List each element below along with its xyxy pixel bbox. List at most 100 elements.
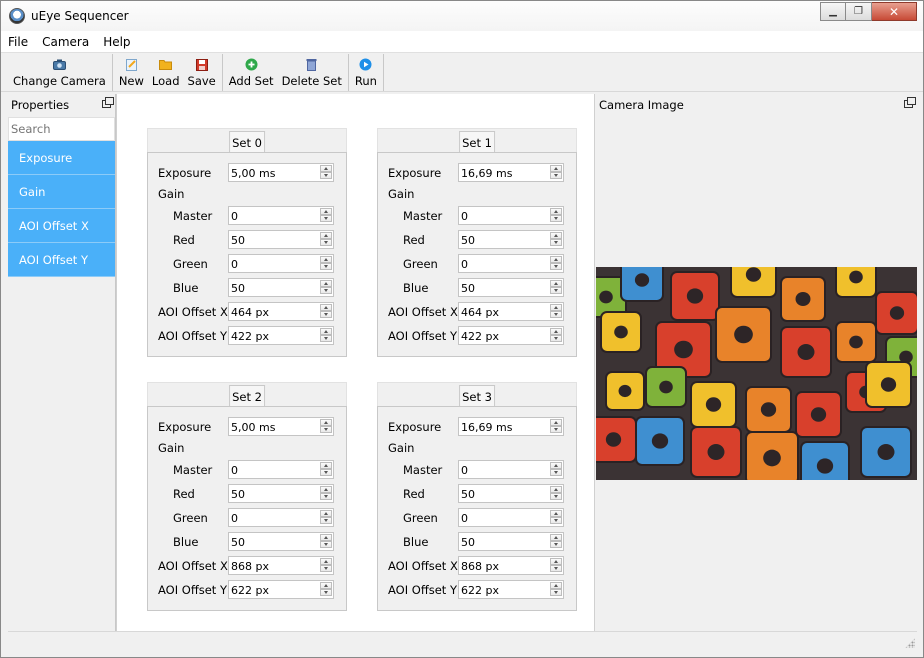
tab-set-3[interactable]: Set 3 <box>459 385 495 407</box>
master-spinbox[interactable]: 0 <box>458 206 564 225</box>
blue-spinbox[interactable]: 50 <box>228 278 334 297</box>
close-button[interactable]: ✕ <box>872 2 917 21</box>
restore-button[interactable]: ❐ <box>846 2 872 21</box>
spin-down-icon[interactable] <box>320 469 332 476</box>
property-item-aoi-offset-x[interactable]: AOI Offset X <box>8 209 115 243</box>
run-button[interactable]: Run <box>351 54 381 91</box>
spin-up-icon[interactable] <box>550 328 562 335</box>
spin-down-icon[interactable] <box>320 426 332 433</box>
menu-help[interactable]: Help <box>96 31 137 53</box>
save-button[interactable]: Save <box>184 54 220 91</box>
spin-down-icon[interactable] <box>550 493 562 500</box>
tab-set-2[interactable]: Set 2 <box>229 385 265 407</box>
spin-up-icon[interactable] <box>320 256 332 263</box>
blue-spinbox[interactable]: 50 <box>458 532 564 551</box>
spin-up-icon[interactable] <box>550 208 562 215</box>
tab-set-0[interactable]: Set 0 <box>229 131 265 153</box>
exposure-spinbox[interactable]: 16,69 ms <box>458 163 564 182</box>
red-spinbox[interactable]: 50 <box>458 484 564 503</box>
green-spinbox[interactable]: 0 <box>228 254 334 273</box>
spin-up-icon[interactable] <box>550 486 562 493</box>
spin-up-icon[interactable] <box>550 462 562 469</box>
spin-down-icon[interactable] <box>320 565 332 572</box>
resize-grip-icon[interactable] <box>905 638 915 648</box>
aoi-x-spinbox[interactable]: 464 px <box>228 302 334 321</box>
red-spinbox[interactable]: 50 <box>228 230 334 249</box>
spin-up-icon[interactable] <box>320 534 332 541</box>
spin-down-icon[interactable] <box>320 589 332 596</box>
change-camera-button[interactable]: Change Camera <box>9 54 110 91</box>
spin-up-icon[interactable] <box>320 582 332 589</box>
spin-up-icon[interactable] <box>550 558 562 565</box>
spin-up-icon[interactable] <box>550 582 562 589</box>
spin-up-icon[interactable] <box>320 232 332 239</box>
search-input[interactable] <box>8 117 115 141</box>
spin-up-icon[interactable] <box>320 486 332 493</box>
delete-set-button[interactable]: Delete Set <box>278 54 346 91</box>
spin-down-icon[interactable] <box>550 517 562 524</box>
master-spinbox[interactable]: 0 <box>228 206 334 225</box>
spin-up-icon[interactable] <box>320 510 332 517</box>
property-item-gain[interactable]: Gain <box>8 175 115 209</box>
green-spinbox[interactable]: 0 <box>458 254 564 273</box>
spin-up-icon[interactable] <box>320 419 332 426</box>
aoi-y-spinbox[interactable]: 622 px <box>458 580 564 599</box>
spin-down-icon[interactable] <box>320 493 332 500</box>
spin-up-icon[interactable] <box>320 462 332 469</box>
blue-spinbox[interactable]: 50 <box>228 532 334 551</box>
spin-down-icon[interactable] <box>550 541 562 548</box>
master-spinbox[interactable]: 0 <box>458 460 564 479</box>
spin-down-icon[interactable] <box>550 589 562 596</box>
aoi-x-spinbox[interactable]: 464 px <box>458 302 564 321</box>
spin-up-icon[interactable] <box>550 510 562 517</box>
spin-down-icon[interactable] <box>320 239 332 246</box>
property-item-aoi-offset-y[interactable]: AOI Offset Y <box>8 243 115 277</box>
spin-down-icon[interactable] <box>550 239 562 246</box>
property-item-exposure[interactable]: Exposure <box>8 141 115 175</box>
spin-down-icon[interactable] <box>320 541 332 548</box>
red-spinbox[interactable]: 50 <box>458 230 564 249</box>
green-spinbox[interactable]: 0 <box>458 508 564 527</box>
spin-down-icon[interactable] <box>550 469 562 476</box>
spin-down-icon[interactable] <box>550 287 562 294</box>
spin-down-icon[interactable] <box>550 215 562 222</box>
master-spinbox[interactable]: 0 <box>228 460 334 479</box>
aoi-x-spinbox[interactable]: 868 px <box>458 556 564 575</box>
blue-spinbox[interactable]: 50 <box>458 278 564 297</box>
red-spinbox[interactable]: 50 <box>228 484 334 503</box>
menu-camera[interactable]: Camera <box>35 31 96 53</box>
spin-down-icon[interactable] <box>320 215 332 222</box>
spin-up-icon[interactable] <box>320 208 332 215</box>
spin-down-icon[interactable] <box>320 263 332 270</box>
add-set-button[interactable]: Add Set <box>225 54 278 91</box>
menu-file[interactable]: File <box>1 31 35 53</box>
spin-up-icon[interactable] <box>550 232 562 239</box>
spin-up-icon[interactable] <box>320 304 332 311</box>
spin-down-icon[interactable] <box>320 172 332 179</box>
spin-up-icon[interactable] <box>550 304 562 311</box>
dock-float-icon[interactable] <box>102 97 114 108</box>
spin-up-icon[interactable] <box>550 165 562 172</box>
exposure-spinbox[interactable]: 5,00 ms <box>228 163 334 182</box>
spin-down-icon[interactable] <box>320 311 332 318</box>
new-button[interactable]: New <box>115 54 148 91</box>
aoi-y-spinbox[interactable]: 422 px <box>228 326 334 345</box>
spin-down-icon[interactable] <box>320 287 332 294</box>
spin-down-icon[interactable] <box>550 263 562 270</box>
load-button[interactable]: Load <box>148 54 184 91</box>
spin-down-icon[interactable] <box>550 335 562 342</box>
spin-down-icon[interactable] <box>550 311 562 318</box>
spin-up-icon[interactable] <box>320 280 332 287</box>
spin-up-icon[interactable] <box>550 280 562 287</box>
spin-up-icon[interactable] <box>550 534 562 541</box>
aoi-x-spinbox[interactable]: 868 px <box>228 556 334 575</box>
green-spinbox[interactable]: 0 <box>228 508 334 527</box>
spin-down-icon[interactable] <box>550 172 562 179</box>
minimize-button[interactable]: ▁ <box>820 2 846 21</box>
spin-up-icon[interactable] <box>320 328 332 335</box>
spin-up-icon[interactable] <box>320 558 332 565</box>
spin-down-icon[interactable] <box>320 517 332 524</box>
spin-down-icon[interactable] <box>550 426 562 433</box>
spin-up-icon[interactable] <box>550 419 562 426</box>
exposure-spinbox[interactable]: 5,00 ms <box>228 417 334 436</box>
